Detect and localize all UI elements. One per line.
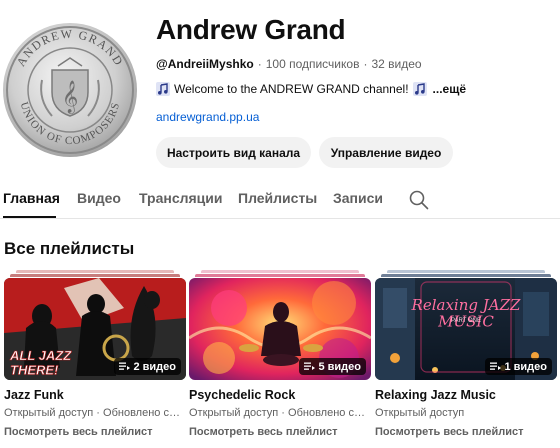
description-text: Welcome to the ANDREW GRAND channel! <box>174 82 409 96</box>
playlist-meta: Открытый доступ · Обновлено сегодня <box>189 407 371 419</box>
playlist-stack-layer <box>195 274 365 277</box>
playlist-access: Открытый доступ <box>4 407 94 419</box>
playlist-title[interactable]: Jazz Funk <box>4 388 64 402</box>
video-count-label: 2 видео <box>133 360 176 373</box>
view-full-playlist-link[interactable]: Посмотреть весь плейлист <box>4 426 152 438</box>
channel-meta: @AndreiiMyshko · 100 подписчиков · 32 видео <box>156 57 422 71</box>
playlist-thumbnail[interactable]: 5 видео <box>189 278 371 380</box>
playlist-thumbnail[interactable]: Relaxing JAZZ MUSIC PART ONE 1 видео <box>375 278 557 380</box>
video-count-label: 1 видео <box>504 360 547 373</box>
playlist-thumbnail[interactable]: ALL JAZZ THERE! 2 видео <box>4 278 186 380</box>
playlist-stack-layer <box>381 274 551 277</box>
meta-separator: · <box>257 57 262 71</box>
playlist-stack-layer <box>201 270 359 273</box>
tab-playlists[interactable]: Плейлисты <box>238 190 317 206</box>
playlist-stack-layer <box>10 274 180 277</box>
playlist-stack-layer <box>16 270 174 273</box>
channel-website-link[interactable]: andrewgrand.pp.ua <box>156 110 259 124</box>
video-count-label: 5 видео <box>318 360 361 373</box>
search-icon[interactable] <box>408 189 430 211</box>
meta-separator: · <box>363 57 368 71</box>
svg-text:𝄞: 𝄞 <box>62 80 79 114</box>
playlist-updated: Обновлено сегодня <box>288 407 371 419</box>
video-count-badge: 1 видео <box>485 358 552 375</box>
playlist-stack-layer <box>387 270 545 273</box>
playlist-icon <box>304 362 316 370</box>
tab-posts[interactable]: Записи <box>333 190 383 206</box>
section-title: Все плейлисты <box>4 239 135 258</box>
playlist-icon <box>490 362 502 370</box>
view-full-playlist-link[interactable]: Посмотреть весь плейлист <box>375 426 523 438</box>
playlist-updated: Обновлено сегодня <box>103 407 186 419</box>
tab-home[interactable]: Главная <box>3 190 60 206</box>
channel-avatar[interactable]: ANDREW GRAND UNION OF COMPOSERS 𝄞 <box>2 22 138 158</box>
channel-tabs: Главная Видео Трансляции Плейлисты Запис… <box>0 182 560 219</box>
music-note-icon <box>412 82 427 96</box>
active-tab-indicator <box>3 216 56 218</box>
video-count: 32 видео <box>371 57 422 71</box>
music-note-icon <box>156 82 170 96</box>
playlist-title[interactable]: Psychedelic Rock <box>189 388 295 402</box>
tab-live[interactable]: Трансляции <box>139 190 222 206</box>
playlist-access: Открытый доступ <box>375 407 465 419</box>
playlist-meta: Открытый доступ · Обновлено сегодня <box>4 407 186 419</box>
channel-handle: @AndreiiMyshko <box>156 57 254 71</box>
view-full-playlist-link[interactable]: Посмотреть весь плейлист <box>189 426 337 438</box>
customize-channel-button[interactable]: Настроить вид канала <box>156 137 311 168</box>
manage-videos-button[interactable]: Управление видео <box>319 137 453 168</box>
channel-title: Andrew Grand <box>156 14 346 45</box>
thumbnail-subtext: PART ONE <box>451 318 481 324</box>
playlist-title[interactable]: Relaxing Jazz Music <box>375 388 496 402</box>
playlist-icon <box>119 362 131 370</box>
video-count-badge: 5 видео <box>299 358 366 375</box>
tab-videos[interactable]: Видео <box>77 190 121 206</box>
video-count-badge: 2 видео <box>114 358 181 375</box>
coin-seal-logo-icon: ANDREW GRAND UNION OF COMPOSERS 𝄞 <box>3 23 137 157</box>
playlist-meta: Открытый доступ <box>375 407 557 419</box>
channel-description[interactable]: Welcome to the ANDREW GRAND channel! ...… <box>156 82 466 96</box>
more-link[interactable]: ...ещё <box>433 82 466 96</box>
playlist-access: Открытый доступ <box>189 407 279 419</box>
subscriber-count: 100 подписчиков <box>265 57 360 71</box>
